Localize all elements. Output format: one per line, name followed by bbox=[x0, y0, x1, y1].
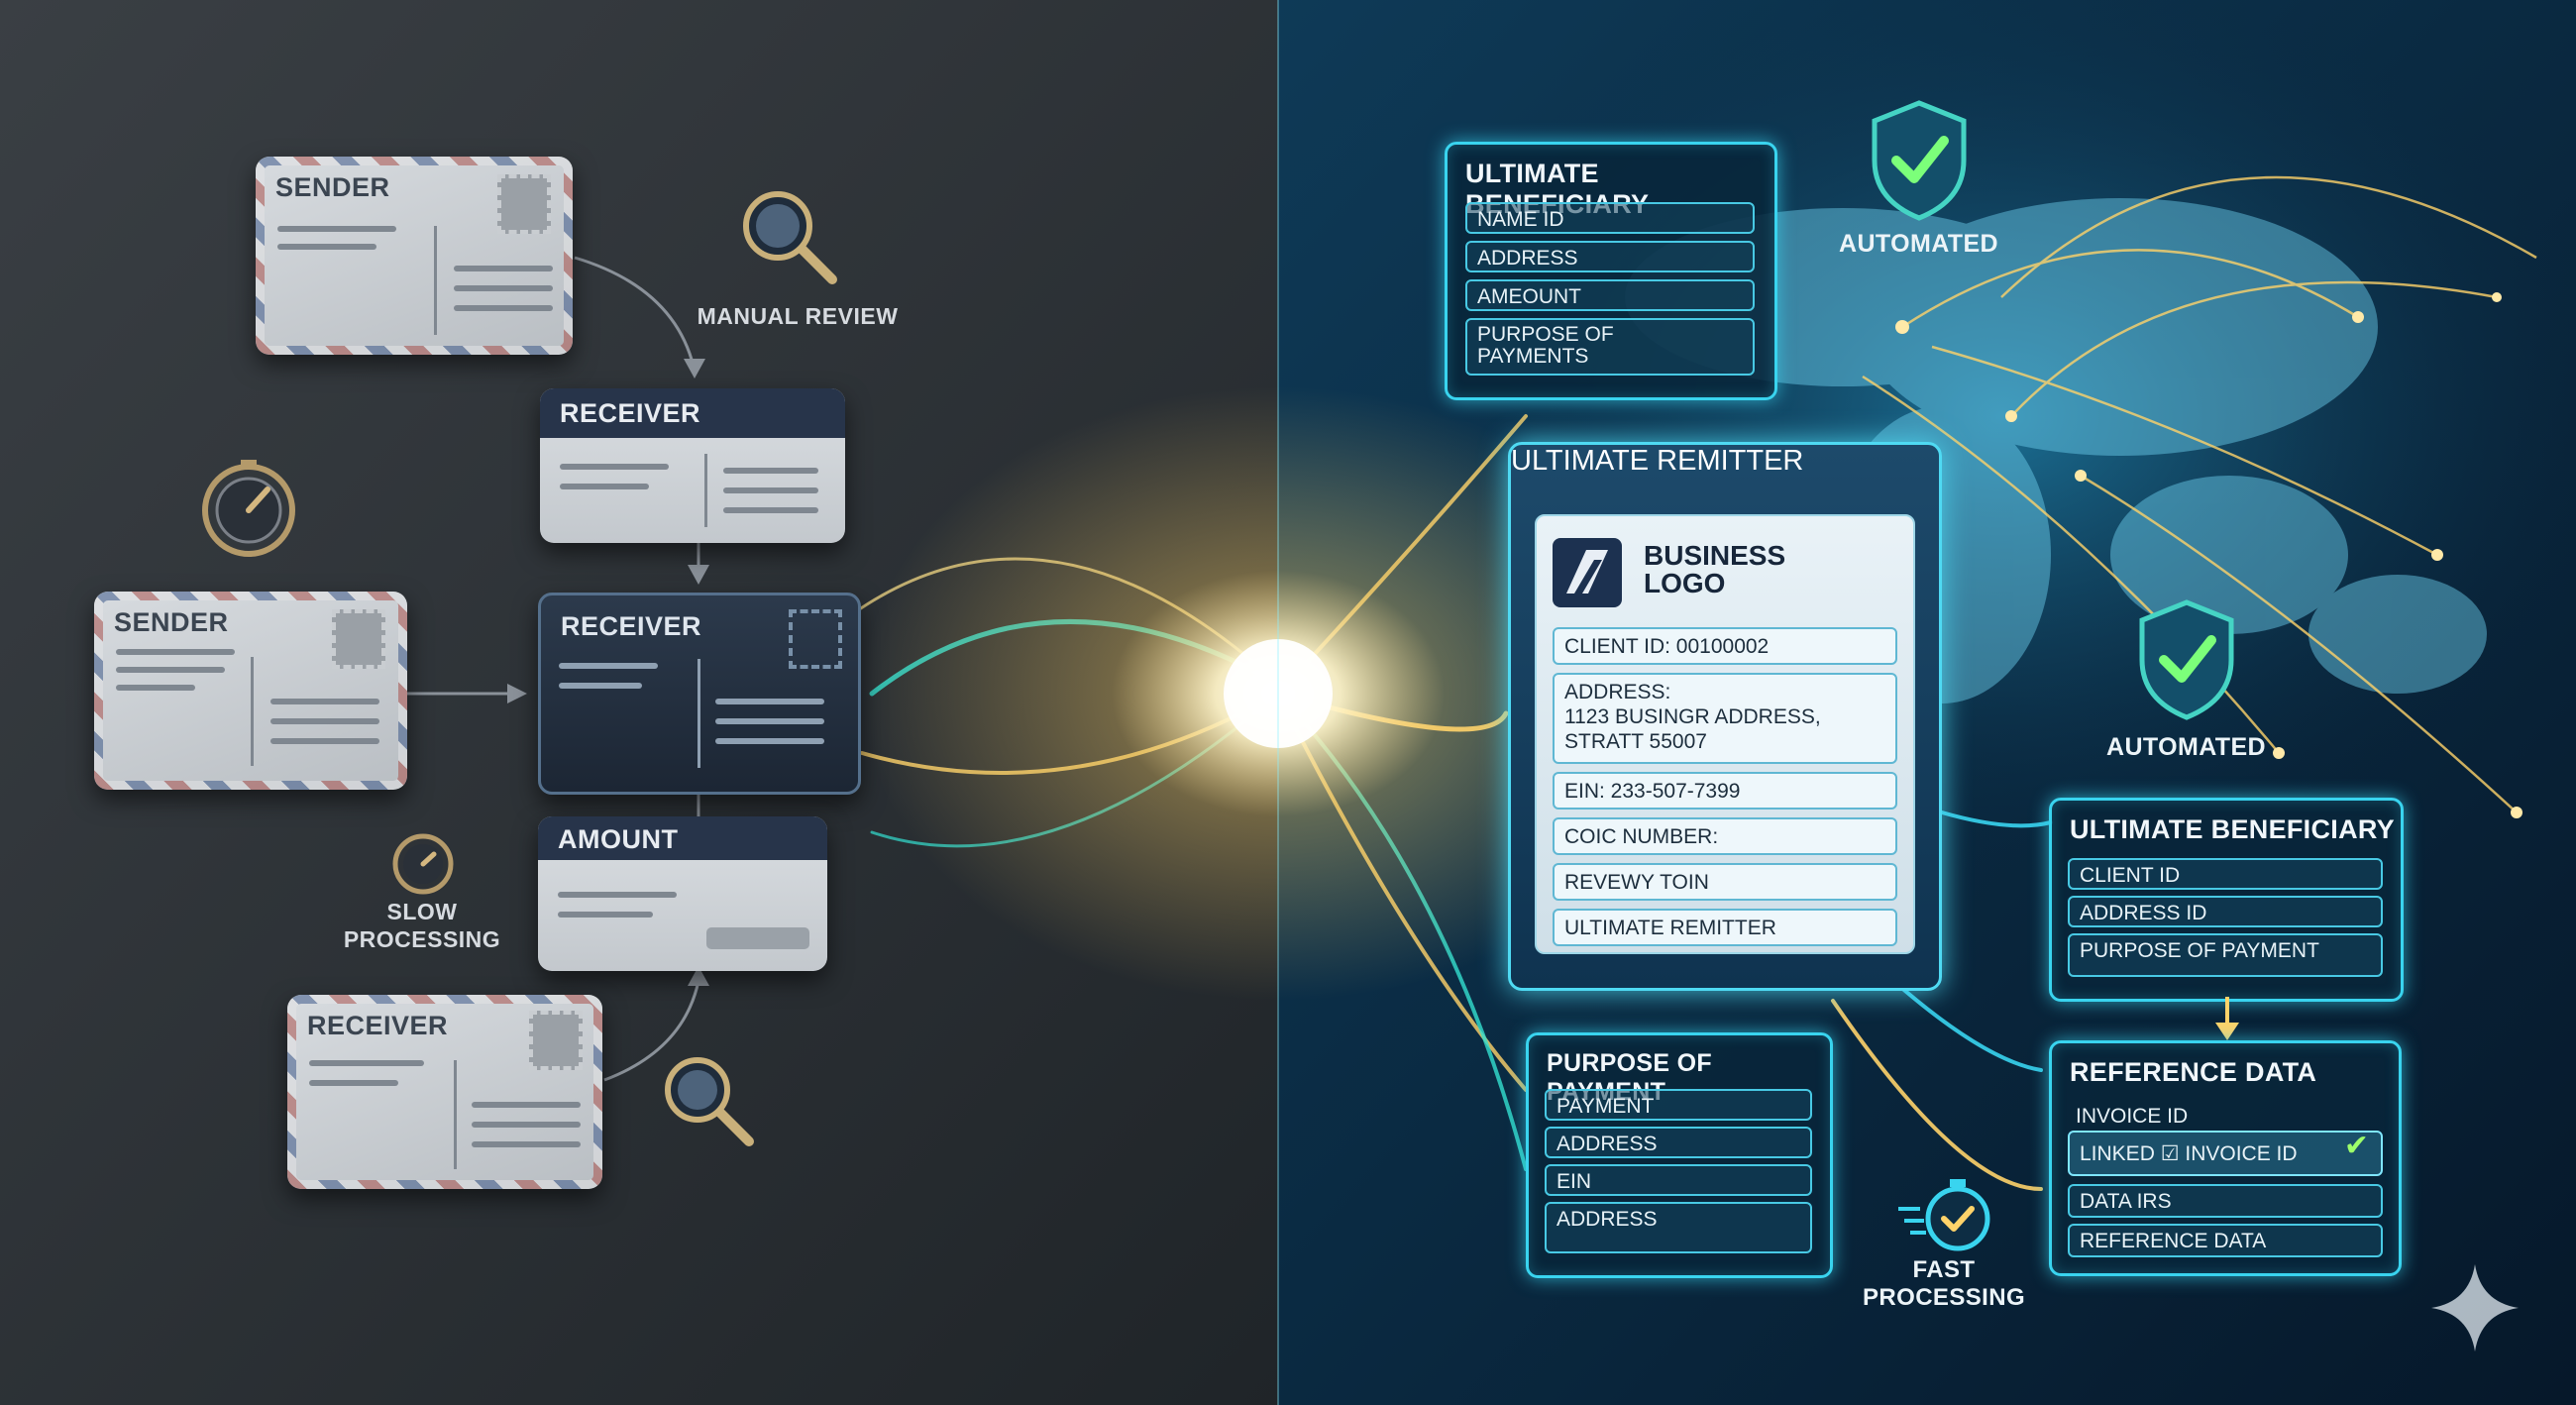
sender-card-middle: SENDER bbox=[94, 592, 407, 790]
amount-card: AMOUNT bbox=[538, 816, 827, 971]
magnifier-icon-2 bbox=[665, 1057, 754, 1146]
fast-processing-label: FAST PROCESSING bbox=[1862, 1256, 2026, 1311]
field-invoice-id: INVOICE ID bbox=[2076, 1105, 2189, 1128]
shield-check-icon bbox=[1872, 100, 1967, 221]
sparkle-icon bbox=[2431, 1264, 2519, 1351]
revewy-toin-field: REVEWY TOIN bbox=[1553, 863, 1897, 901]
business-logo-icon bbox=[1553, 538, 1622, 607]
panel-title: ULTIMATE REMITTER bbox=[1511, 445, 1804, 477]
card-title: SENDER bbox=[275, 172, 390, 202]
field-data-irs: DATA IRS bbox=[2068, 1184, 2383, 1218]
field-address-id: ADDRESS ID bbox=[2068, 896, 2383, 927]
field-address: ADDRESS bbox=[1545, 1127, 1812, 1158]
linked-invoice-text: LINKED ☑ INVOICE ID bbox=[2080, 1142, 2298, 1165]
automated-label-top: AUTOMATED bbox=[1839, 230, 1998, 258]
shield-check-icon bbox=[2139, 599, 2234, 720]
stamp-icon bbox=[789, 609, 842, 669]
card-title: RECEIVER bbox=[307, 1011, 449, 1040]
scene: SENDER MANUAL REVIEW RECEIVER SENDER REC… bbox=[0, 0, 2576, 1405]
stopwatch-icon bbox=[1898, 1179, 1990, 1251]
field-ein: EIN bbox=[1545, 1164, 1812, 1196]
top-beneficiary-panel: ULTIMATE BENEFICIARY NAME ID ADDRESS AME… bbox=[1445, 142, 1777, 400]
address-field: ADDRESS: 1123 BUSINGR ADDRESS, STRATT 55… bbox=[1553, 673, 1897, 764]
card-title: SENDER bbox=[114, 607, 229, 637]
down-arrow-icon bbox=[2215, 997, 2239, 1040]
ultimate-remitter-field: ULTIMATE REMITTER bbox=[1553, 909, 1897, 946]
ein-field: EIN: 233-507-7399 bbox=[1553, 772, 1897, 810]
field-address-2: ADDRESS bbox=[1545, 1202, 1812, 1253]
panel-title: REFERENCE DATA bbox=[2070, 1057, 2317, 1087]
check-icon: ✔ bbox=[2343, 1130, 2369, 1162]
receiver-card-1: RECEIVER bbox=[540, 388, 845, 543]
automated-label-mid: AUTOMATED bbox=[2106, 733, 2266, 761]
slow-processing-label: SLOW PROCESSING bbox=[343, 899, 501, 952]
card-title: RECEIVER bbox=[560, 398, 701, 428]
coic-number-field: COIC NUMBER: bbox=[1553, 817, 1897, 855]
receiver-card-2: RECEIVER bbox=[538, 593, 861, 795]
reference-data-panel: REFERENCE DATA INVOICE ID LINKED ☑ INVOI… bbox=[2049, 1040, 2402, 1276]
field-reference-data: REFERENCE DATA bbox=[2068, 1224, 2383, 1257]
remitter-card: BUSINESS LOGO CLIENT ID: 00100002 ADDRES… bbox=[1535, 514, 1915, 954]
card-title: RECEIVER bbox=[561, 611, 702, 641]
purpose-of-payment-panel: PURPOSE OF PAYMENT PAYMENT ADDRESS EIN A… bbox=[1526, 1032, 1833, 1278]
clock-icon bbox=[392, 833, 454, 895]
card-title: AMOUNT bbox=[558, 824, 679, 854]
field-linked-invoice: LINKED ☑ INVOICE ID ✔ bbox=[2068, 1131, 2383, 1176]
field-name-id: NAME ID bbox=[1465, 202, 1755, 234]
client-id-field: CLIENT ID: 00100002 bbox=[1553, 627, 1897, 665]
beneficiary-panel: ULTIMATE BENEFICIARY CLIENT ID ADDRESS I… bbox=[2049, 798, 2404, 1002]
manual-review-label: MANUAL REVIEW bbox=[697, 303, 899, 329]
logo-text: BUSINESS LOGO bbox=[1644, 540, 1786, 598]
field-payment: PAYMENT bbox=[1545, 1089, 1812, 1121]
stamp-icon bbox=[529, 1011, 583, 1070]
field-client-id: CLIENT ID bbox=[2068, 858, 2383, 890]
field-address: ADDRESS bbox=[1465, 241, 1755, 272]
receiver-card-3: RECEIVER bbox=[287, 995, 602, 1189]
stamp-icon bbox=[497, 174, 551, 234]
stamp-icon bbox=[332, 609, 385, 669]
gauge-icon bbox=[202, 460, 295, 557]
sender-card-top: SENDER bbox=[256, 157, 573, 355]
field-amount: AMEOUNT bbox=[1465, 279, 1755, 311]
field-purpose-of-payment: PURPOSE OF PAYMENT bbox=[2068, 933, 2383, 977]
ultimate-remitter-panel: ULTIMATE REMITTER BUSINESS LOGO CLIENT I… bbox=[1508, 442, 1942, 991]
panel-title: ULTIMATE BENEFICIARY bbox=[2070, 814, 2395, 844]
magnifier-icon bbox=[743, 191, 837, 284]
field-purpose: PURPOSE OF PAYMENTS bbox=[1465, 318, 1755, 376]
